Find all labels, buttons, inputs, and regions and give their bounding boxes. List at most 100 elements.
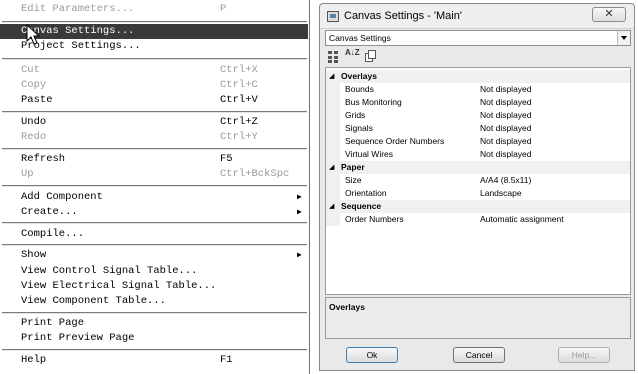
menu-item-shortcut: F5 (220, 153, 233, 165)
row-gutter (326, 109, 340, 122)
menu-item-shortcut: Ctrl+X (220, 64, 258, 76)
property-row[interactable]: Bus Monitoring Not displayed (326, 96, 630, 109)
property-name: Bounds (345, 84, 374, 94)
collapse-icon[interactable]: ◢ (329, 200, 334, 213)
menu-item-label: Help (21, 354, 47, 366)
menu-item-label: Print Preview Page (21, 332, 135, 344)
menu-item-compile[interactable]: Compile... (0, 227, 308, 242)
property-name: Grids (345, 110, 366, 120)
menu-item-label: View Control Signal Table... (21, 265, 198, 277)
menu-separator (2, 244, 307, 246)
menu-item-copy[interactable]: Copy Ctrl+C (0, 78, 308, 93)
sort-alphabetical-icon[interactable]: A↓Z (345, 49, 360, 64)
property-value[interactable]: Not displayed (480, 109, 532, 122)
property-value[interactable]: Not displayed (480, 96, 532, 109)
property-row[interactable]: Order Numbers Automatic assignment (326, 213, 630, 226)
property-value[interactable]: Not displayed (480, 83, 532, 96)
menu-item-view-electrical-signal-table[interactable]: View Electrical Signal Table... (0, 279, 308, 294)
menu-item-label: Copy (21, 79, 47, 91)
dialog-title: Canvas Settings - 'Main' (344, 10, 462, 22)
row-gutter (326, 122, 340, 135)
close-icon: ✕ (604, 8, 614, 20)
collapse-icon[interactable]: ◢ (329, 70, 334, 83)
submenu-arrow-icon: ▶ (297, 251, 302, 260)
menu-item-edit-parameters[interactable]: Edit Parameters... P (0, 2, 308, 17)
property-value[interactable]: Not displayed (480, 122, 532, 135)
menu-item-view-control-signal-table[interactable]: View Control Signal Table... (0, 264, 308, 279)
menu-separator (2, 148, 307, 150)
category-row-sequence[interactable]: ◢ Sequence (326, 200, 630, 213)
submenu-arrow-icon: ▶ (297, 193, 302, 202)
property-pages-icon[interactable] (363, 49, 378, 64)
property-name: Orientation (345, 188, 387, 198)
property-row[interactable]: Sequence Order Numbers Not displayed (326, 135, 630, 148)
submenu-arrow-icon: ▶ (297, 208, 302, 217)
row-gutter (326, 174, 340, 187)
menu-item-label: Undo (21, 116, 47, 128)
menu-item-label: Paste (21, 94, 53, 106)
property-row[interactable]: Signals Not displayed (326, 122, 630, 135)
menu-item-label: Redo (21, 131, 47, 143)
help-button[interactable]: Help... (558, 347, 610, 363)
menu-item-print-page[interactable]: Print Page (0, 316, 308, 331)
mouse-pointer-icon (26, 24, 41, 45)
menu-item-help[interactable]: Help F1 (0, 353, 308, 368)
row-gutter (326, 213, 340, 226)
property-name: Virtual Wires (345, 149, 394, 159)
property-name: Order Numbers (345, 214, 404, 224)
menu-separator (2, 185, 307, 187)
menu-item-cut[interactable]: Cut Ctrl+X (0, 63, 308, 78)
property-name: Sequence Order Numbers (345, 136, 445, 146)
property-value[interactable]: Not displayed (480, 135, 532, 148)
menu-item-shortcut: F1 (220, 354, 233, 366)
property-row[interactable]: Orientation Landscape (326, 187, 630, 200)
menu-separator (2, 349, 307, 351)
menu-item-up[interactable]: Up Ctrl+BckSpc (0, 167, 308, 182)
close-button[interactable]: ✕ (592, 7, 626, 22)
menu-item-project-settings[interactable]: Project Settings... (0, 39, 308, 54)
menu-item-view-component-table[interactable]: View Component Table... (0, 294, 308, 309)
menu-item-redo[interactable]: Redo Ctrl+Y (0, 130, 308, 145)
menu-item-shortcut: Ctrl+V (220, 94, 258, 106)
menu-item-label: Edit Parameters... (21, 3, 135, 15)
menu-item-undo[interactable]: Undo Ctrl+Z (0, 115, 308, 130)
property-row[interactable]: Size A/A4 (8.5x11) (326, 174, 630, 187)
category-label: Paper (341, 162, 365, 172)
dropdown-arrow-icon[interactable] (617, 31, 630, 45)
property-row[interactable]: Virtual Wires Not displayed (326, 148, 630, 161)
menu-item-canvas-settings[interactable]: Canvas Settings... (0, 24, 308, 39)
property-row[interactable]: Grids Not displayed (326, 109, 630, 122)
property-value[interactable]: Not displayed (480, 148, 532, 161)
menu-item-shortcut: Ctrl+C (220, 79, 258, 91)
menu-item-shortcut: P (220, 3, 227, 15)
property-value[interactable]: A/A4 (8.5x11) (480, 174, 531, 187)
categorized-view-icon[interactable] (327, 49, 342, 64)
menu-item-paste[interactable]: Paste Ctrl+V (0, 93, 308, 108)
category-row-overlays[interactable]: ◢ Overlays (326, 70, 630, 83)
category-row-paper[interactable]: ◢ Paper (326, 161, 630, 174)
menu-separator (2, 111, 307, 113)
menu-item-shortcut: Ctrl+Z (220, 116, 258, 128)
menu-item-create[interactable]: Create... ▶ (0, 205, 308, 220)
property-value[interactable]: Landscape (480, 187, 522, 200)
object-selector-dropdown[interactable]: Canvas Settings (325, 30, 631, 46)
property-grid-toolbar: A↓Z (325, 49, 631, 65)
cancel-button[interactable]: Cancel (453, 347, 505, 363)
context-menu: Edit Parameters... P Canvas Settings... … (0, 0, 310, 374)
row-gutter (326, 187, 340, 200)
menu-item-print-preview-page[interactable]: Print Preview Page (0, 331, 308, 346)
ok-button[interactable]: Ok (346, 347, 398, 363)
property-value[interactable]: Automatic assignment (480, 213, 564, 226)
property-row[interactable]: Bounds Not displayed (326, 83, 630, 96)
menu-separator (2, 21, 307, 23)
dialog-titlebar[interactable]: Canvas Settings - 'Main' ✕ (320, 4, 634, 29)
property-name: Signals (345, 123, 373, 133)
menu-item-add-component[interactable]: Add Component ▶ (0, 190, 308, 205)
description-panel: Overlays (325, 297, 631, 339)
menu-item-show[interactable]: Show ▶ (0, 248, 308, 263)
collapse-icon[interactable]: ◢ (329, 161, 334, 174)
menu-separator (2, 222, 307, 224)
menu-item-refresh[interactable]: Refresh F5 (0, 152, 308, 167)
property-name: Size (345, 175, 362, 185)
menu-item-label: View Component Table... (21, 295, 166, 307)
